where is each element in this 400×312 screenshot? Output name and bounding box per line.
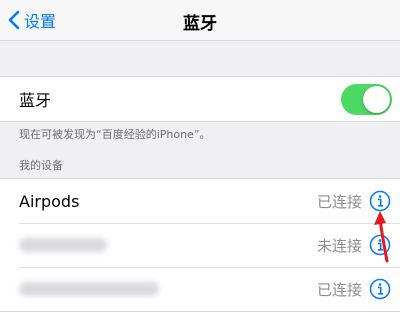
connection-status: 已连接	[316, 192, 362, 211]
device-name: Airpods	[19, 191, 80, 211]
info-icon[interactable]	[369, 278, 391, 300]
page-title: 蓝牙	[183, 14, 217, 34]
bluetooth-toggle[interactable]	[341, 84, 392, 115]
device-row[interactable]: 已连接	[0, 267, 400, 311]
bluetooth-group: 蓝牙	[0, 76, 400, 122]
bluetooth-row: 蓝牙	[0, 77, 400, 121]
connection-status: 未连接	[316, 236, 362, 255]
navigation-bar: 设置 蓝牙	[0, 0, 400, 41]
my-devices-group: Airpods 已连接 未连接 已连接	[0, 178, 400, 312]
discoverable-note: 现在可被发现为“百度经验的iPhone”。	[19, 128, 211, 141]
bluetooth-label: 蓝牙	[19, 91, 52, 110]
device-row[interactable]: 未连接	[0, 223, 400, 267]
section-header-my-devices: 我的设备	[19, 159, 63, 172]
device-row[interactable]: Airpods 已连接	[0, 179, 400, 223]
blurred-device-name	[19, 238, 107, 252]
blurred-device-name	[19, 282, 159, 296]
connection-status: 已连接	[316, 280, 362, 299]
toggle-knob	[363, 86, 390, 113]
red-arrow-annotation	[374, 211, 389, 263]
